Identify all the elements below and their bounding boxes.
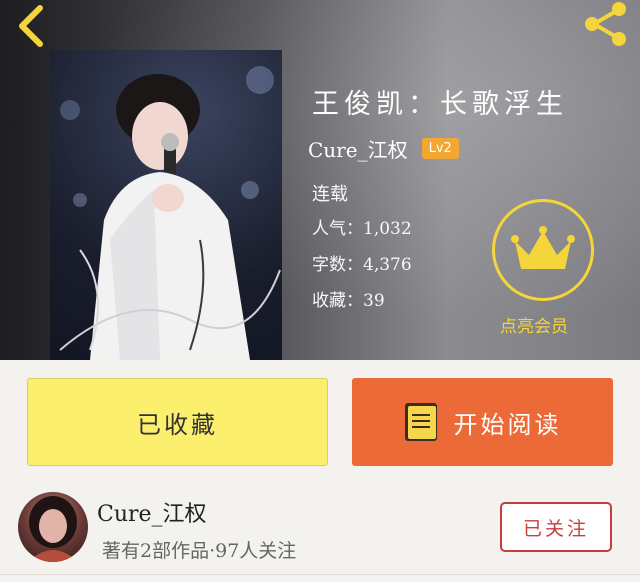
author-card-name[interactable]: Cure_江权 [97, 496, 207, 528]
divider [0, 574, 640, 575]
avatar[interactable] [18, 492, 88, 562]
popularity-stat: 人气：1,032 [312, 219, 412, 239]
author-card-meta: 著有2部作品·97人关注 [102, 540, 297, 562]
start-reading-label: 开始阅读 [453, 410, 562, 439]
favorites-stat: 收藏：39 [312, 291, 385, 311]
vip-label[interactable]: 点亮会员 [500, 312, 568, 337]
chevron-left-icon [19, 5, 43, 47]
back-button[interactable] [10, 4, 54, 48]
book-title: 王俊凯：长歌浮生 [312, 89, 568, 120]
word-count-stat: 字数：4,376 [312, 255, 412, 275]
serial-status: 连载 [312, 184, 348, 205]
start-reading-button[interactable]: 开始阅读 [352, 378, 613, 466]
author-card: Cure_江权 著有2部作品·97人关注 已关注 [0, 480, 640, 582]
share-icon [585, 2, 626, 46]
crown-icon [511, 226, 575, 269]
follow-button[interactable]: 已关注 [500, 502, 612, 552]
share-button[interactable] [574, 0, 634, 48]
book-cover-image[interactable] [50, 50, 282, 360]
collected-button[interactable]: 已收藏 [27, 378, 328, 466]
author-row[interactable]: Cure_江权 Lv2 [308, 134, 459, 163]
follow-label: 已关注 [522, 517, 589, 540]
vip-button[interactable] [492, 199, 594, 301]
level-badge: Lv2 [421, 138, 459, 159]
collected-label: 已收藏 [137, 410, 218, 439]
book-header: 王俊凯：长歌浮生 Cure_江权 Lv2 连载 人气：1,032 字数：4,37… [0, 0, 640, 360]
author-name[interactable]: Cure_江权 [308, 134, 408, 163]
book-icon [404, 403, 437, 441]
